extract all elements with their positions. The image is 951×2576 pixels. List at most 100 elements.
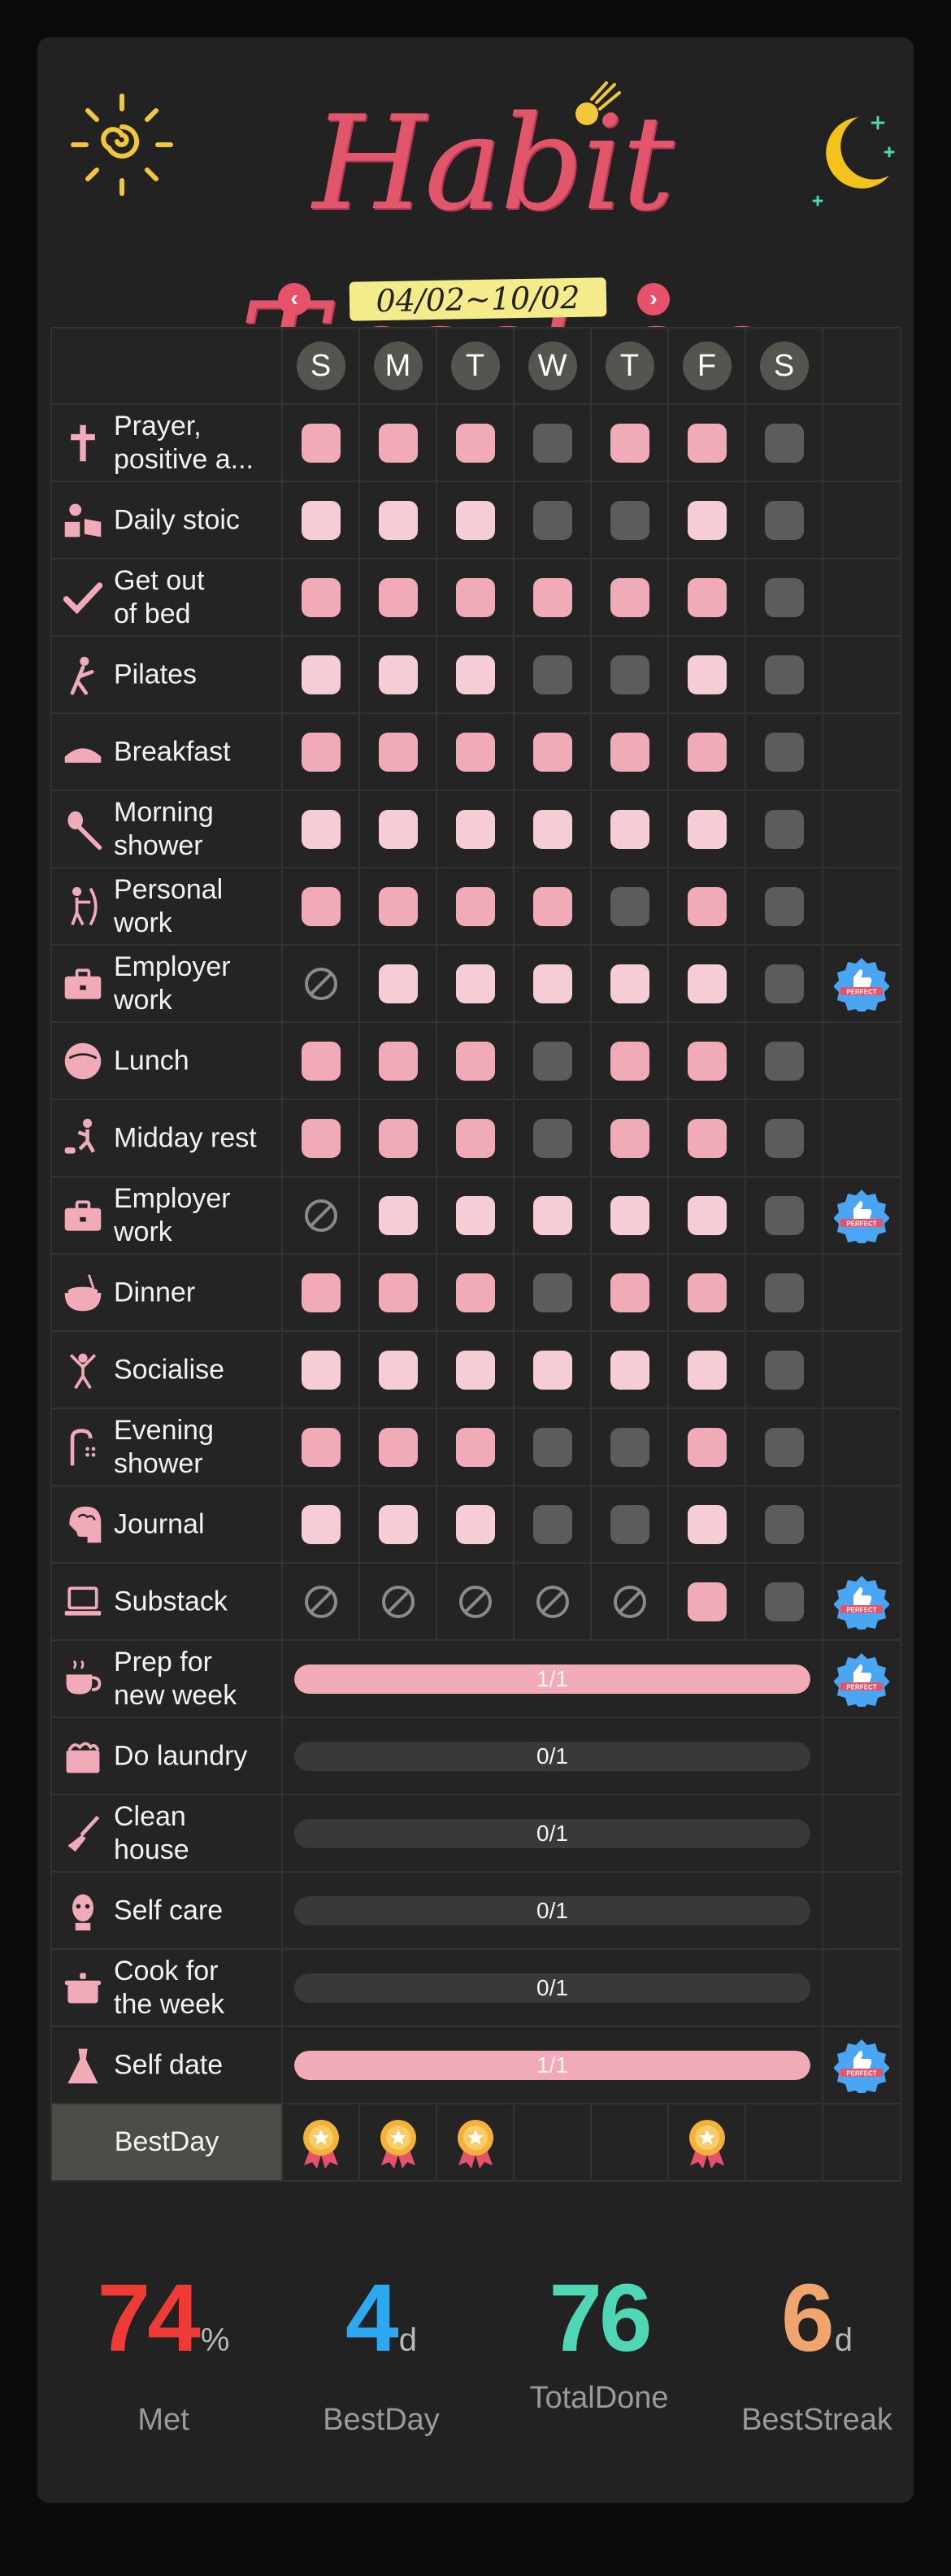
habit-label-cell[interactable]: Prep for new week [50,1639,283,1718]
checkbox-checked[interactable] [455,732,495,772]
habit-label-cell[interactable]: Lunch [50,1021,283,1100]
checkbox-checked[interactable] [378,655,418,694]
checkbox-unchecked[interactable] [764,1273,804,1312]
checkbox-checked[interactable] [532,886,572,926]
checkbox-checked[interactable] [301,1273,341,1312]
habit-label-cell[interactable]: Journal [50,1485,283,1564]
progress-cell[interactable]: 1/1 [281,2026,823,2104]
day-cell[interactable] [436,1176,515,1255]
day-cell[interactable] [281,1562,360,1641]
day-cell[interactable] [281,1021,360,1100]
day-cell[interactable] [745,635,823,714]
checkbox-unchecked[interactable] [610,1504,649,1544]
day-cell[interactable] [513,867,592,946]
day-cell[interactable] [590,1485,669,1564]
checkbox-checked[interactable] [687,809,727,849]
checkbox-checked[interactable] [455,886,495,926]
checkbox-checked[interactable] [301,577,341,617]
progress-cell[interactable]: 0/1 [281,1717,823,1795]
checkbox-checked[interactable] [610,1273,649,1312]
day-cell[interactable] [513,558,592,637]
day-cell[interactable] [436,481,515,559]
day-cell[interactable] [590,944,669,1023]
checkbox-unchecked[interactable] [764,1504,804,1544]
habit-label-cell[interactable]: Substack [50,1562,283,1641]
checkbox-checked[interactable] [687,964,727,1003]
day-cell[interactable] [745,1253,823,1332]
day-cell[interactable] [358,790,437,868]
day-cell[interactable] [667,1330,746,1409]
habit-label-cell[interactable]: Evening shower [50,1408,283,1486]
day-cell[interactable] [745,790,823,868]
checkbox-checked[interactable] [687,886,727,926]
day-cell[interactable] [667,1021,746,1100]
progress-bar[interactable]: 0/1 [294,1741,810,1771]
habit-label-cell[interactable]: Employer work [50,1176,283,1255]
day-cell[interactable] [590,1408,669,1486]
checkbox-unchecked[interactable] [532,423,572,463]
day-cell[interactable] [513,790,592,868]
progress-bar[interactable]: 0/1 [294,1818,810,1848]
day-cell[interactable] [745,481,823,559]
checkbox-checked[interactable] [378,886,418,926]
checkbox-checked[interactable] [610,577,649,617]
day-cell[interactable] [667,712,746,791]
day-cell[interactable] [745,1176,823,1255]
checkbox-checked[interactable] [378,423,418,463]
day-cell[interactable] [358,1408,437,1486]
day-cell[interactable] [590,1562,669,1641]
checkbox-checked[interactable] [378,1504,418,1544]
day-cell[interactable] [745,1408,823,1486]
skip-icon[interactable] [534,1583,571,1621]
checkbox-checked[interactable] [532,964,572,1003]
day-cell[interactable] [281,1485,360,1564]
progress-bar[interactable]: 0/1 [294,1973,810,2003]
day-cell[interactable] [667,1485,746,1564]
checkbox-checked[interactable] [687,1427,727,1467]
checkbox-checked[interactable] [687,1118,727,1158]
day-cell[interactable] [358,944,437,1023]
habit-label-cell[interactable]: Get out of bed [50,558,283,637]
day-cell[interactable] [513,1099,592,1177]
day-cell[interactable] [281,867,360,946]
checkbox-checked[interactable] [610,1041,649,1081]
habit-label-cell[interactable]: Pilates [50,635,283,714]
checkbox-checked[interactable] [455,1118,495,1158]
checkbox-checked[interactable] [301,500,341,540]
day-cell[interactable] [281,790,360,868]
day-cell[interactable] [436,790,515,868]
checkbox-checked[interactable] [378,1350,418,1390]
day-cell[interactable] [436,1485,515,1564]
checkbox-unchecked[interactable] [764,1427,804,1467]
habit-label-cell[interactable]: Prayer, positive a... [50,403,283,482]
habit-label-cell[interactable]: Socialise [50,1330,283,1409]
progress-cell[interactable]: 0/1 [281,1948,823,2027]
day-cell[interactable] [590,1021,669,1100]
checkbox-checked[interactable] [378,1195,418,1235]
day-cell[interactable] [281,558,360,637]
habit-label-cell[interactable]: Employer work [50,944,283,1023]
checkbox-unchecked[interactable] [764,423,804,463]
day-cell[interactable] [436,403,515,482]
checkbox-checked[interactable] [301,732,341,772]
skip-icon[interactable] [302,1197,340,1234]
day-cell[interactable] [358,1176,437,1255]
day-cell[interactable] [667,558,746,637]
day-cell[interactable] [358,635,437,714]
checkbox-checked[interactable] [455,655,495,694]
checkbox-checked[interactable] [378,1273,418,1312]
day-cell[interactable] [281,1176,360,1255]
day-cell[interactable] [358,481,437,559]
day-cell[interactable] [358,403,437,482]
day-cell[interactable] [667,1176,746,1255]
day-cell[interactable] [667,790,746,868]
checkbox-checked[interactable] [378,1041,418,1081]
day-cell[interactable] [436,1562,515,1641]
day-cell[interactable] [667,1253,746,1332]
day-cell[interactable] [281,403,360,482]
habit-label-cell[interactable]: Breakfast [50,712,283,791]
day-cell[interactable] [745,1021,823,1100]
skip-icon[interactable] [457,1583,494,1621]
checkbox-unchecked[interactable] [610,655,649,694]
checkbox-unchecked[interactable] [532,1041,572,1081]
